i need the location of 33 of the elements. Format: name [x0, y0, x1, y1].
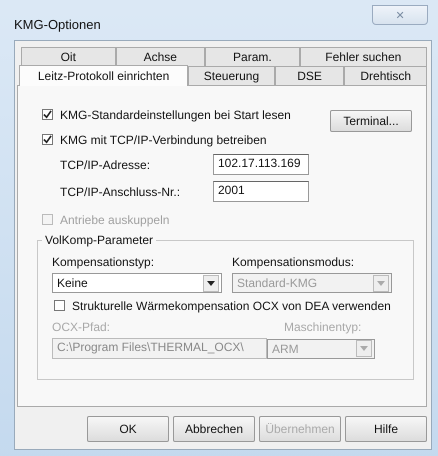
field-label: TCP/IP-Adresse:	[60, 158, 152, 172]
checkbox[interactable]	[54, 300, 65, 311]
field-label: TCP/IP-Anschluss-Nr.:	[60, 184, 182, 198]
terminal-button[interactable]: Terminal...	[330, 110, 412, 132]
checkbox[interactable]	[42, 134, 53, 145]
field-label: Kompensationstyp:	[52, 255, 156, 269]
tab[interactable]: Drehtisch	[344, 66, 427, 85]
dialog-button[interactable]: Hilfe	[345, 416, 427, 442]
input-field[interactable]: 2001	[213, 181, 309, 202]
tab[interactable]: Param.	[205, 47, 300, 66]
checkbox-label: Antriebe auskuppeln	[60, 212, 170, 226]
group-title: VolKomp-Parameter	[42, 233, 156, 247]
input-field[interactable]: 102.17.113.169	[213, 154, 309, 175]
field-label: OCX-Pfad:	[52, 320, 112, 334]
tab[interactable]: Oit	[21, 47, 116, 66]
tab[interactable]: DSE	[274, 66, 344, 85]
checkbox[interactable]	[42, 109, 53, 120]
caret-icon	[356, 340, 372, 357]
field-label: Kompensationsmodus:	[232, 255, 354, 269]
checkbox-label: KMG-Standardeinstellungen bei Start lesen	[60, 108, 291, 122]
dialog-button[interactable]: OK	[87, 416, 169, 442]
checkbox-label: Strukturelle Wärmekompensation OCX von DEA verwenden	[72, 298, 391, 312]
dialog-button[interactable]: Abbrechen	[173, 416, 255, 442]
tab[interactable]: Steuerung	[188, 66, 275, 85]
caret-icon	[373, 274, 389, 292]
checkbox-label: KMG mit TCP/IP-Verbindung betreiben	[60, 132, 267, 146]
tab[interactable]: Achse	[116, 47, 206, 66]
tab[interactable]: Leitz-Protokoll einrichten	[19, 65, 188, 86]
tab[interactable]: Fehler suchen	[300, 47, 427, 66]
window-title: KMG-Optionen	[14, 16, 101, 32]
caret-icon	[203, 274, 219, 292]
dropdown[interactable]: Keine	[52, 273, 222, 293]
field-label: Maschinentyp:	[284, 320, 362, 334]
